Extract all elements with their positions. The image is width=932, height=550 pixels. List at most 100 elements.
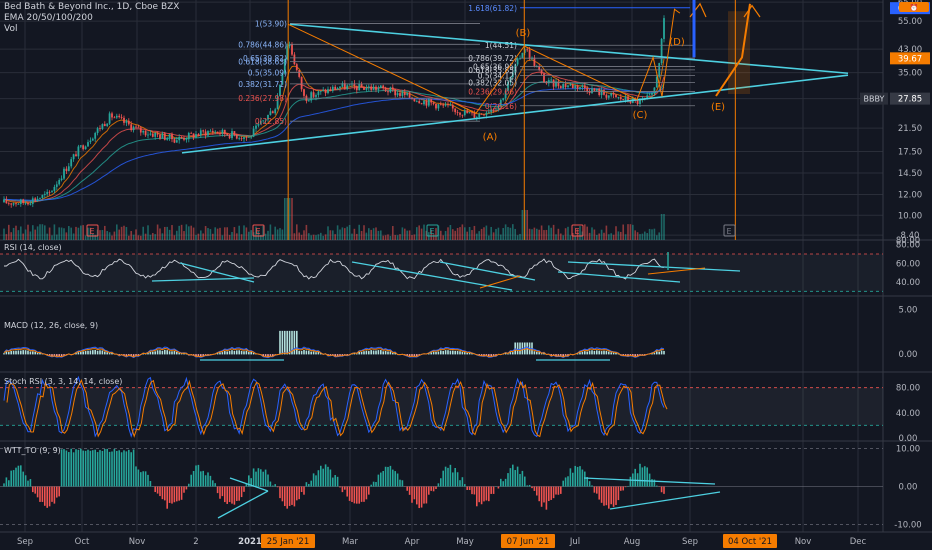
candle-body xyxy=(310,92,313,101)
candle-body xyxy=(387,91,389,93)
candle-body xyxy=(187,132,190,140)
macd-histogram-bar xyxy=(315,352,317,355)
time-tick-label: 2 xyxy=(193,537,198,547)
volume-bar xyxy=(322,235,324,240)
volume-bar xyxy=(288,198,291,240)
macd-histogram-bar xyxy=(365,350,368,355)
candle-body xyxy=(161,133,164,139)
macd-histogram-bar xyxy=(598,350,600,355)
macd-histogram-bar xyxy=(27,350,29,355)
candle-body xyxy=(118,115,121,118)
volume-bar xyxy=(644,231,646,240)
candle-body xyxy=(115,115,118,118)
macd-histogram-bar xyxy=(176,351,178,355)
candle-body xyxy=(377,87,380,90)
macd-histogram-bar xyxy=(286,330,288,355)
candle-body xyxy=(156,132,159,135)
macd-histogram-bar xyxy=(32,351,34,355)
volume-bar xyxy=(236,233,238,240)
volume-bar xyxy=(336,225,339,240)
earnings-marker-label: E xyxy=(726,227,731,236)
volume-bar xyxy=(312,234,315,240)
volume-bar xyxy=(372,228,375,240)
candle-body xyxy=(307,100,310,102)
volume-bar xyxy=(612,234,615,240)
volume-bar xyxy=(363,225,365,240)
volume-bar xyxy=(178,225,180,240)
candle-body xyxy=(384,87,387,92)
volume-bar xyxy=(12,227,15,240)
volume-bar xyxy=(512,224,514,240)
macd-histogram-bar xyxy=(248,352,250,355)
volume-bar xyxy=(298,232,300,240)
candle-body xyxy=(648,94,651,96)
candle-body xyxy=(653,87,656,93)
candle-body xyxy=(53,186,56,192)
volume-bar xyxy=(82,225,84,240)
candle-body xyxy=(274,109,277,114)
macd-histogram-bar xyxy=(442,350,444,355)
volume-bar xyxy=(389,235,392,240)
volume-bar xyxy=(485,225,488,240)
candle-body xyxy=(581,85,584,88)
macd-histogram-bar xyxy=(459,351,461,355)
volume-bar xyxy=(384,235,387,240)
volume-bar xyxy=(368,228,370,240)
candle-body xyxy=(24,202,27,204)
macd-histogram-bar xyxy=(310,351,312,355)
macd-histogram-bar xyxy=(166,350,168,355)
volume-bar xyxy=(132,234,135,240)
pane-tick-label: 5.00 xyxy=(899,305,918,315)
macd-histogram-bar xyxy=(382,351,384,355)
volume-bar xyxy=(358,224,360,240)
volume-bar xyxy=(629,224,632,240)
macd-histogram-bar xyxy=(296,330,298,355)
candle-body xyxy=(199,130,202,136)
volume-bar xyxy=(68,226,70,240)
candle-body xyxy=(10,203,13,205)
volume-bar xyxy=(456,227,459,240)
volume-bar xyxy=(63,228,65,240)
candle-body xyxy=(103,124,106,127)
macd-histogram-bar xyxy=(656,351,658,355)
price-tick-label: 21.50 xyxy=(898,124,922,134)
time-tick-label: Dec xyxy=(850,537,867,547)
macd-histogram-bar xyxy=(264,354,267,357)
time-tick-label: Mar xyxy=(342,537,359,547)
volume-bar xyxy=(480,228,483,240)
candle-body xyxy=(55,184,58,187)
wave-label: (C) xyxy=(633,110,648,121)
volume-bar xyxy=(351,233,353,240)
volume-bar xyxy=(344,228,346,240)
candle-body xyxy=(339,86,341,89)
candle-body xyxy=(159,134,161,139)
time-tick-label: Nov xyxy=(129,537,146,547)
candle-body xyxy=(324,89,327,94)
candle-body xyxy=(221,129,224,134)
volume-bar xyxy=(202,233,204,240)
candle-body xyxy=(238,138,241,140)
candle-body xyxy=(538,66,541,70)
macd-histogram-bar xyxy=(104,351,106,355)
candle-body xyxy=(84,146,87,150)
volume-bar xyxy=(185,224,188,240)
volume-bar xyxy=(56,234,58,240)
volume-bar xyxy=(168,229,171,240)
volume-bar xyxy=(504,224,507,240)
candle-body xyxy=(396,93,399,96)
macd-histogram-bar xyxy=(466,352,468,355)
candle-body xyxy=(401,92,404,96)
wave-label: (A) xyxy=(483,132,498,143)
volume-bar xyxy=(147,225,149,240)
candle-body xyxy=(660,38,663,64)
volume-bar xyxy=(327,226,329,240)
candle-body xyxy=(439,104,442,106)
candle-body xyxy=(528,49,531,59)
macd-histogram-bar xyxy=(608,351,610,355)
candle-body xyxy=(166,138,169,140)
candle-body xyxy=(139,127,142,133)
volume-bar xyxy=(543,230,545,240)
price-chart-svg[interactable]: 1(53.90)0.786(44.86)0.65(39.82)0.618(38.… xyxy=(0,0,932,550)
time-tick-label: Oct xyxy=(75,537,90,547)
volume-bar xyxy=(600,229,603,240)
